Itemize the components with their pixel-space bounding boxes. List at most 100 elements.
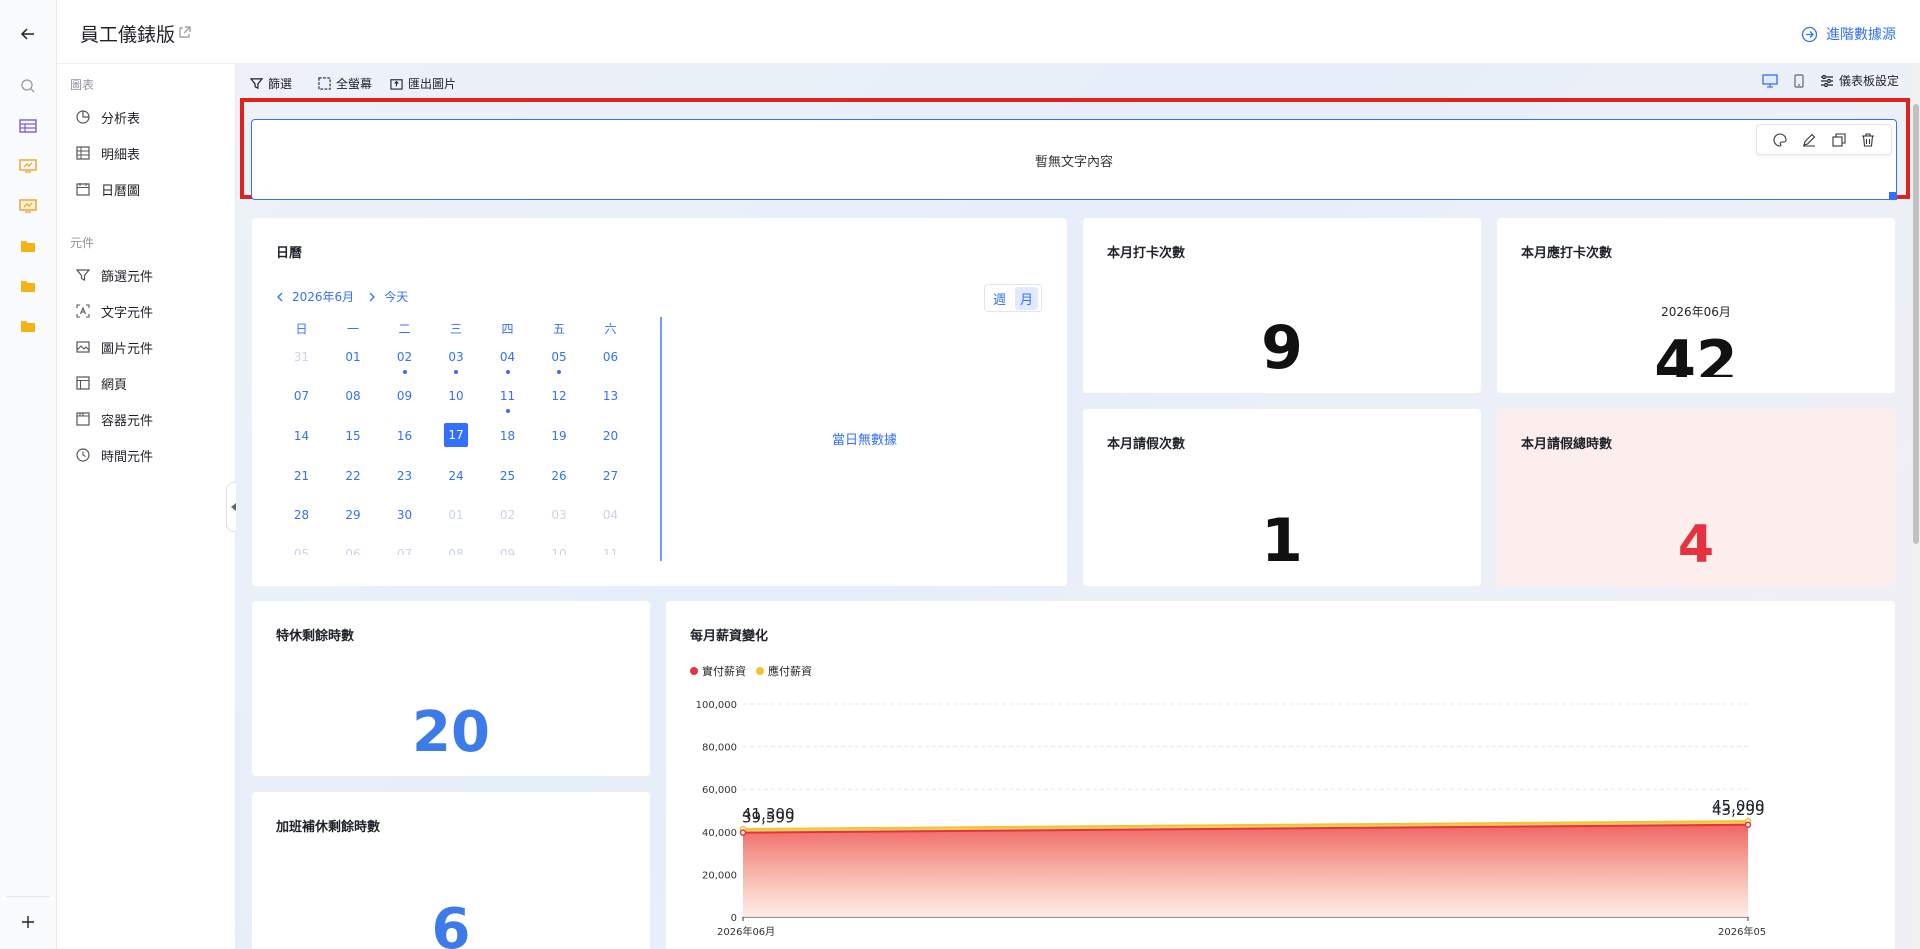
calendar-day[interactable]: 07	[379, 547, 430, 555]
calendar-day[interactable]: 30	[379, 508, 430, 522]
calendar-day[interactable]: 14	[276, 429, 327, 443]
week-view-button[interactable]: 週	[988, 287, 1011, 310]
style-palette-icon[interactable]	[1773, 132, 1787, 147]
rail-divider	[6, 896, 50, 897]
calendar-day[interactable]: 10	[534, 547, 585, 555]
sidebar-item-text[interactable]: 文字元件	[76, 300, 153, 322]
calendar-day[interactable]: 06	[328, 547, 379, 555]
weekday-header: 五	[552, 322, 565, 336]
calendar-day[interactable]: 21	[276, 469, 327, 483]
text-widget-placeholder: 暫無文字內容	[1034, 155, 1113, 170]
dashboard-settings-button[interactable]: 儀表板設定	[1820, 72, 1899, 89]
calendar-day[interactable]: 10	[431, 389, 482, 403]
today-button[interactable]: 今天	[384, 288, 408, 305]
calendar-day[interactable]: 03	[431, 350, 482, 364]
calendar-day[interactable]: 15	[328, 429, 379, 443]
calendar-day[interactable]: 17	[431, 423, 482, 447]
series-area	[743, 824, 1748, 917]
text-widget[interactable]: 暫無文字內容	[251, 119, 1897, 200]
advanced-datasource-button[interactable]: 進階數據源	[1801, 24, 1896, 44]
sidebar-item-detail-table[interactable]: 明細表	[76, 142, 140, 164]
calendar-day[interactable]: 05	[276, 547, 327, 555]
search-icon[interactable]	[16, 74, 40, 98]
calendar-day[interactable]: 27	[585, 469, 636, 483]
sidebar-item-calendar-chart[interactable]: 日曆圖	[76, 178, 140, 200]
calendar-day[interactable]: 06	[585, 350, 636, 364]
copy-icon[interactable]	[1832, 132, 1846, 147]
calendar-day[interactable]: 23	[379, 469, 430, 483]
calendar-month-label[interactable]: 2026年6月	[292, 288, 354, 305]
prev-month-icon[interactable]	[276, 292, 284, 302]
kpi-title: 本月應打卡次數	[1521, 246, 1613, 261]
folder-icon[interactable]	[16, 274, 40, 298]
dashboard-active-icon[interactable]	[16, 194, 40, 218]
calendar-day[interactable]: 09	[379, 389, 430, 403]
fullscreen-icon	[318, 76, 331, 90]
calendar-day[interactable]: 26	[534, 469, 585, 483]
calendar-day[interactable]: 09	[482, 547, 533, 555]
calendar-day[interactable]: 22	[328, 469, 379, 483]
kpi-title: 特休剩餘時數	[276, 629, 355, 644]
vertical-scrollbar[interactable]	[1912, 64, 1920, 949]
calendar-day[interactable]: 08	[328, 389, 379, 403]
sidebar-item-time[interactable]: 時間元件	[76, 444, 153, 466]
y-tick-label: 20,000	[702, 870, 737, 881]
dashboard-icon[interactable]	[16, 154, 40, 178]
kpi-card-annual-leave: 特休剩餘時數 20	[252, 601, 650, 776]
calendar-day[interactable]: 03	[534, 508, 585, 522]
calendar-day[interactable]: 25	[482, 469, 533, 483]
desktop-view-icon[interactable]	[1762, 73, 1778, 88]
calendar-day[interactable]: 20	[585, 429, 636, 443]
calendar-day[interactable]: 02	[379, 350, 430, 364]
external-link-icon[interactable]	[178, 24, 191, 43]
settings-sliders-icon	[1820, 74, 1833, 87]
resize-handle[interactable]	[1889, 192, 1897, 200]
sidebar-item-webpage[interactable]: 網頁	[76, 372, 127, 394]
calendar-day[interactable]: 04	[585, 508, 636, 522]
month-view-button[interactable]: 月	[1015, 286, 1039, 310]
fullscreen-button[interactable]: 全螢幕	[318, 72, 372, 94]
calendar-day[interactable]: 28	[276, 508, 327, 522]
salary-chart-card: 每月薪資變化 實付薪資 應付薪資 0 20,000 40,000 60,000 80,0…	[666, 601, 1895, 949]
calendar-title: 日曆	[276, 246, 303, 261]
calendar-day[interactable]: 05	[534, 350, 585, 364]
weekday-header: 一	[346, 322, 359, 336]
table-view-icon[interactable]	[16, 114, 40, 138]
folder-icon[interactable]	[16, 314, 40, 338]
calendar-day[interactable]: 08	[431, 547, 482, 555]
calendar-day[interactable]: 16	[379, 429, 430, 443]
edit-pencil-icon[interactable]	[1802, 133, 1816, 147]
folder-icon[interactable]	[16, 234, 40, 258]
sidebar-item-container[interactable]: 容器元件	[76, 408, 153, 430]
page-header: 員工儀錶版 進階數據源	[57, 0, 1920, 64]
sidebar-item-analysis[interactable]: 分析表	[76, 106, 140, 128]
kpi-card-month-leave: 本月請假次數 1	[1083, 409, 1481, 586]
filter-button[interactable]: 篩選	[250, 72, 292, 94]
export-image-button[interactable]: 匯出圖片	[390, 72, 456, 94]
calendar-day[interactable]: 07	[276, 389, 327, 403]
event-dot	[557, 370, 561, 374]
calendar-day[interactable]: 29	[328, 508, 379, 522]
sidebar-item-image[interactable]: 圖片元件	[76, 336, 153, 358]
calendar-day[interactable]: 02	[482, 508, 533, 522]
next-month-icon[interactable]	[368, 292, 376, 302]
add-icon[interactable]	[16, 910, 40, 934]
calendar-day[interactable]: 13	[585, 389, 636, 403]
calendar-day[interactable]: 19	[534, 429, 585, 443]
calendar-day[interactable]: 04	[482, 350, 533, 364]
calendar-day[interactable]: 31	[276, 350, 327, 364]
calendar-day[interactable]: 11	[482, 389, 533, 403]
back-arrow-icon[interactable]	[16, 22, 40, 46]
calendar-day[interactable]: 12	[534, 389, 585, 403]
calendar-day[interactable]: 01	[328, 350, 379, 364]
y-tick-label: 40,000	[702, 828, 737, 839]
scrollbar-thumb[interactable]	[1913, 104, 1919, 544]
calendar-day[interactable]: 24	[431, 469, 482, 483]
calendar-day[interactable]: 18	[482, 429, 533, 443]
mobile-view-icon[interactable]	[1794, 73, 1804, 88]
calendar-day[interactable]: 11	[585, 547, 636, 555]
sidebar-item-filter[interactable]: 篩選元件	[76, 264, 153, 286]
calendar-day[interactable]: 01	[431, 508, 482, 522]
text-icon	[76, 304, 90, 318]
delete-trash-icon[interactable]	[1861, 132, 1875, 147]
